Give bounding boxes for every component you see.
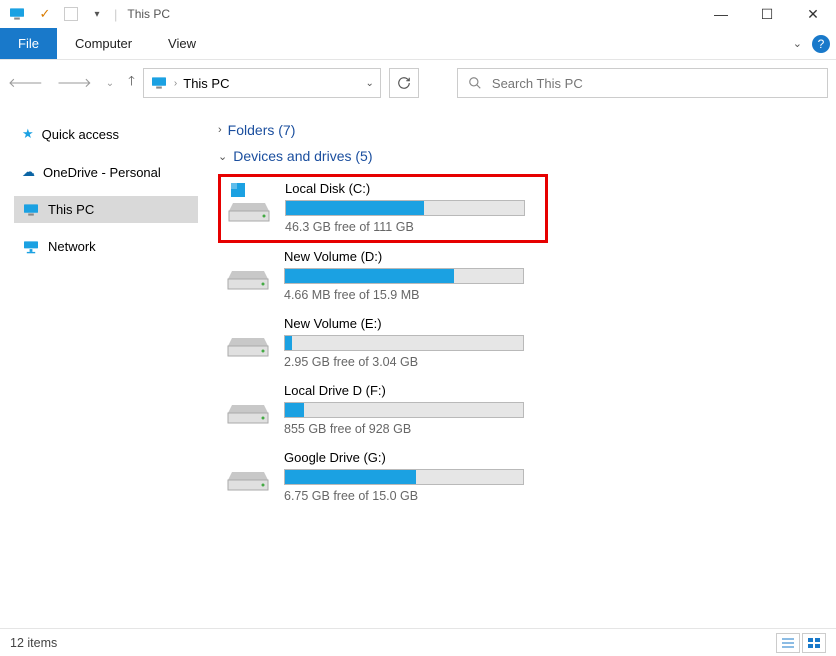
search-icon: [468, 76, 482, 90]
star-icon: ★: [22, 126, 34, 142]
sidebar-item-onedrive[interactable]: ☁ OneDrive - Personal: [14, 158, 198, 186]
recent-dropdown-icon[interactable]: ⌄: [106, 78, 114, 89]
drive-name: Local Disk (C:): [285, 181, 545, 196]
refresh-button[interactable]: [389, 68, 419, 98]
sidebar-item-label: OneDrive - Personal: [43, 165, 161, 180]
drive-icon: [224, 316, 272, 360]
sidebar-item-label: Network: [48, 239, 96, 254]
address-bar[interactable]: › This PC ⌄: [143, 68, 381, 98]
pc-icon: [150, 76, 168, 90]
drive-name: Google Drive (G:): [284, 450, 548, 465]
drive-item[interactable]: New Volume (D:) 4.66 MB free of 15.9 MB: [218, 243, 548, 310]
drive-icon: [224, 249, 272, 293]
search-box[interactable]: [457, 68, 828, 98]
group-drives[interactable]: ⌄ Devices and drives (5): [218, 148, 836, 164]
drive-capacity-bar: [285, 200, 525, 216]
tab-file[interactable]: File: [0, 28, 57, 59]
sidebar-item-label: This PC: [48, 202, 94, 217]
network-icon: [22, 240, 40, 254]
help-icon[interactable]: ?: [812, 35, 830, 53]
drive-name: New Volume (E:): [284, 316, 548, 331]
statusbar: 12 items: [0, 628, 836, 656]
drive-status: 4.66 MB free of 15.9 MB: [284, 288, 548, 302]
drive-item[interactable]: Local Disk (C:) 46.3 GB free of 111 GB: [218, 174, 548, 243]
drive-status: 855 GB free of 928 GB: [284, 422, 548, 436]
chevron-right-icon: ›: [174, 78, 177, 89]
back-button[interactable]: 🡐: [8, 75, 43, 91]
ribbon-tabs: File Computer View ⌄ ?: [0, 28, 836, 60]
sidebar-item-network[interactable]: Network: [14, 233, 198, 260]
chevron-down-icon: ⌄: [218, 150, 227, 163]
sidebar: ★ Quick access ☁ OneDrive - Personal Thi…: [0, 106, 198, 646]
address-dropdown-icon[interactable]: ⌄: [366, 78, 374, 89]
group-folders[interactable]: › Folders (7): [218, 122, 836, 138]
drive-item[interactable]: Google Drive (G:) 6.75 GB free of 15.0 G…: [218, 444, 548, 511]
drive-icon: [225, 181, 273, 225]
qa-check-icon[interactable]: ✓: [36, 5, 54, 23]
up-button[interactable]: 🡑: [128, 72, 135, 94]
group-label: Devices and drives (5): [233, 148, 372, 164]
group-label: Folders (7): [228, 122, 296, 138]
drive-name: Local Drive D (F:): [284, 383, 548, 398]
search-input[interactable]: [492, 76, 817, 91]
view-thumbnails-button[interactable]: [802, 633, 826, 653]
tab-computer[interactable]: Computer: [57, 28, 150, 59]
navbar: 🡐 🡒 ⌄ 🡑 › This PC ⌄: [0, 60, 836, 106]
forward-button[interactable]: 🡒: [57, 75, 92, 91]
drive-status: 46.3 GB free of 111 GB: [285, 220, 545, 234]
sidebar-item-quick-access[interactable]: ★ Quick access: [14, 120, 198, 148]
drive-icon: [224, 450, 272, 494]
cloud-icon: ☁: [22, 164, 35, 180]
drive-status: 2.95 GB free of 3.04 GB: [284, 355, 548, 369]
drive-item[interactable]: Local Drive D (F:) 855 GB free of 928 GB: [218, 377, 548, 444]
qa-dropdown-icon[interactable]: ▾: [88, 5, 106, 23]
sidebar-item-this-pc[interactable]: This PC: [14, 196, 198, 223]
minimize-button[interactable]: —: [698, 0, 744, 28]
content-pane: › Folders (7) ⌄ Devices and drives (5) L…: [198, 106, 836, 646]
drive-capacity-bar: [284, 268, 524, 284]
sidebar-item-label: Quick access: [42, 127, 119, 142]
view-details-button[interactable]: [776, 633, 800, 653]
drive-name: New Volume (D:): [284, 249, 548, 264]
drive-capacity-bar: [284, 469, 524, 485]
window-title: This PC: [127, 7, 170, 21]
qa-blank-icon[interactable]: [64, 7, 78, 21]
titlebar: ✓ ▾ | This PC — ☐ ✕: [0, 0, 836, 28]
pc-icon: [8, 5, 26, 23]
close-button[interactable]: ✕: [790, 0, 836, 28]
maximize-button[interactable]: ☐: [744, 0, 790, 28]
drive-item[interactable]: New Volume (E:) 2.95 GB free of 3.04 GB: [218, 310, 548, 377]
drive-icon: [224, 383, 272, 427]
pc-icon: [22, 203, 40, 217]
status-item-count: 12 items: [10, 636, 57, 650]
drive-capacity-bar: [284, 402, 524, 418]
drive-capacity-bar: [284, 335, 524, 351]
breadcrumb-label[interactable]: This PC: [183, 76, 229, 91]
tab-view[interactable]: View: [150, 28, 214, 59]
drive-status: 6.75 GB free of 15.0 GB: [284, 489, 548, 503]
ribbon-collapse-icon[interactable]: ⌄: [793, 37, 802, 50]
chevron-right-icon: ›: [218, 124, 222, 136]
